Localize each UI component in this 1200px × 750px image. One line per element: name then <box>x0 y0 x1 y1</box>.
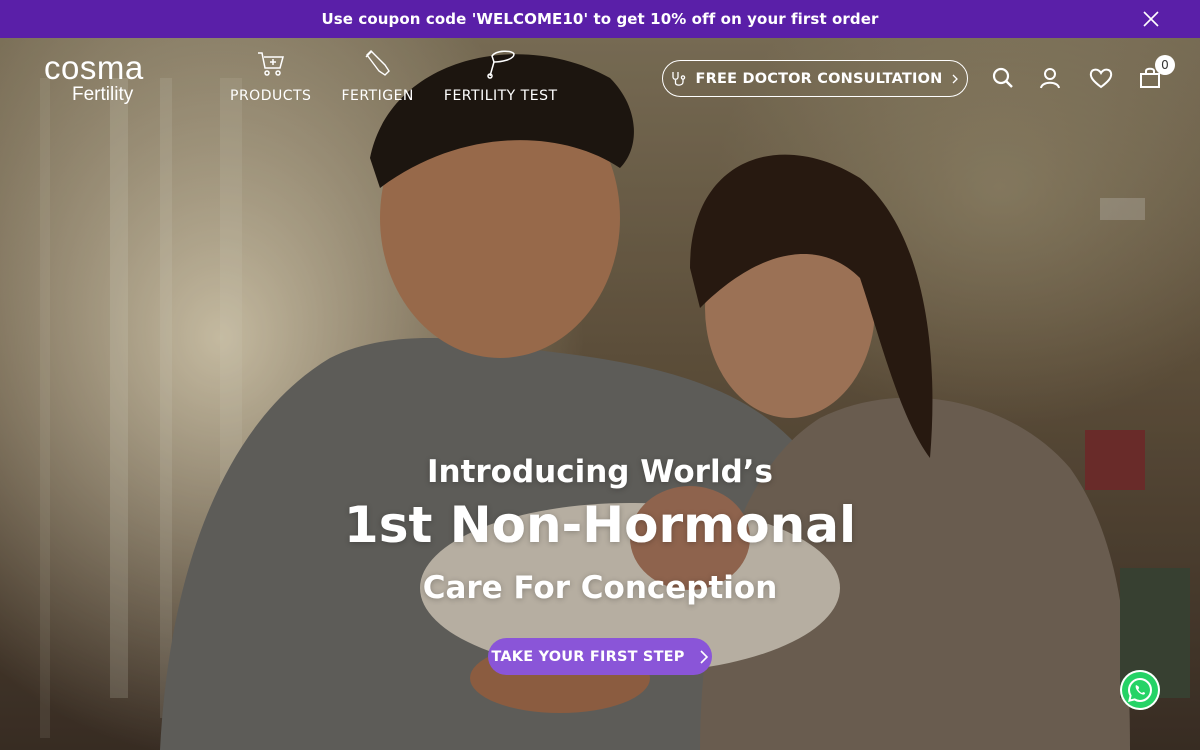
tube-icon <box>362 48 394 80</box>
free-consultation-button[interactable]: FREE DOCTOR CONSULTATION <box>662 60 968 97</box>
test-kit-icon <box>485 48 517 80</box>
nav-label: FERTIGEN <box>341 88 414 104</box>
consultation-label: FREE DOCTOR CONSULTATION <box>695 70 943 87</box>
nav-item-products[interactable]: PRODUCTS <box>215 48 326 104</box>
chevron-right-icon <box>700 649 708 664</box>
brand-logo[interactable]: cosma Fertility <box>44 49 174 108</box>
nav-item-fertility-test[interactable]: FERTILITY TEST <box>429 48 573 104</box>
close-icon[interactable] <box>1142 10 1160 28</box>
announcement-bar: Use coupon code 'WELCOME10' to get 10% o… <box>0 0 1200 38</box>
user-icon[interactable] <box>1038 66 1062 90</box>
search-icon[interactable] <box>991 66 1015 90</box>
site-header: cosma Fertility PRODUCTS FERTIGEN FERTIL… <box>0 38 1200 118</box>
cart-count-badge: 0 <box>1155 55 1175 75</box>
hero-line-1: Introducing World’s <box>426 454 774 490</box>
cta-label: TAKE YOUR FIRST STEP <box>491 648 685 665</box>
announcement-text: Use coupon code 'WELCOME10' to get 10% o… <box>321 10 879 28</box>
logo-word: cosma <box>44 49 144 86</box>
hero-headline: 1st Non-Hormonal <box>343 496 857 554</box>
stethoscope-icon <box>671 71 685 86</box>
heart-icon[interactable] <box>1089 66 1113 90</box>
nav-label: PRODUCTS <box>230 88 312 104</box>
whatsapp-chat-button[interactable] <box>1120 670 1160 710</box>
logo-sub: Fertility <box>72 84 134 105</box>
cart-plus-icon <box>255 48 287 80</box>
nav-item-fertigen[interactable]: FERTIGEN <box>326 48 428 104</box>
hero-line-3: Care For Conception <box>422 570 778 606</box>
take-first-step-button[interactable]: TAKE YOUR FIRST STEP <box>488 638 712 675</box>
nav-label: FERTILITY TEST <box>443 88 558 104</box>
chevron-right-icon <box>953 74 959 83</box>
main-nav: PRODUCTS FERTIGEN FERTILITY TEST <box>215 48 573 104</box>
whatsapp-icon <box>1127 677 1153 703</box>
